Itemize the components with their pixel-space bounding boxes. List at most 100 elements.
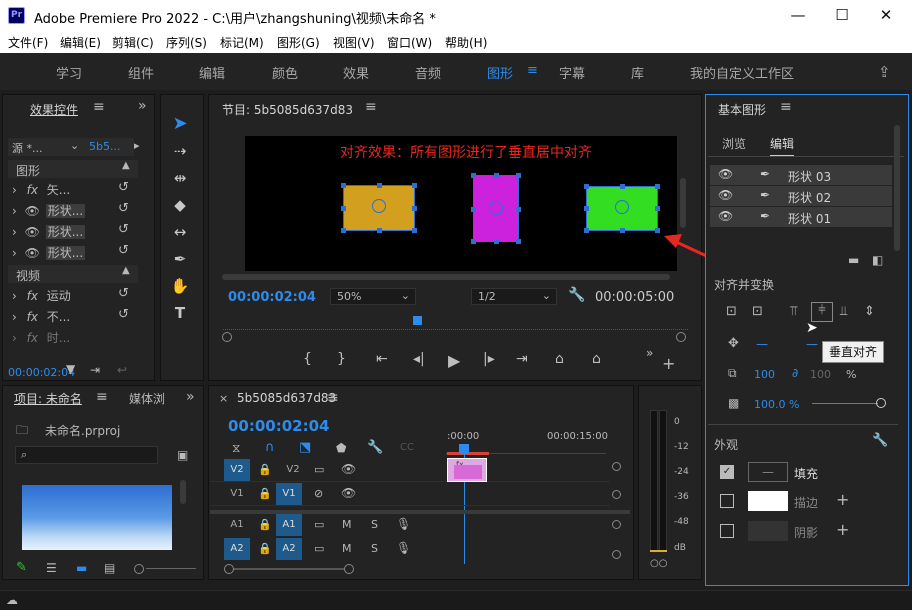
hscroll-handle-left[interactable] [224,564,234,574]
track-target-a2[interactable]: A2 [224,538,250,560]
ws-libraries[interactable]: 库 [631,63,644,82]
add-stroke-icon[interactable]: + [836,490,849,509]
mute-a1[interactable]: M [342,518,352,531]
play-triangle-icon[interactable]: ▸ [134,139,140,152]
layer-row[interactable]: 👁 ✒ 形状 03 [710,165,892,185]
zoom-slider-track[interactable] [146,568,196,569]
position-x[interactable]: — [756,337,768,351]
list-view-icon[interactable]: ☰ [46,561,57,575]
new-layer-icon[interactable]: ◧ [872,253,883,267]
track-name-a2[interactable]: A2 [276,538,302,560]
effect-row[interactable]: › fx 时... [12,329,70,349]
mark-out-icon[interactable]: } [337,351,346,367]
reset-icon[interactable]: ↺ [118,222,129,237]
filter-icon[interactable]: ▼ [66,362,75,376]
vscroll-handle[interactable] [612,520,621,529]
hscroll-handle-right[interactable] [344,564,354,574]
effect-row[interactable]: › 👁 形状... [12,244,86,264]
project-search-input[interactable]: ⌕ [15,446,158,464]
ws-editing[interactable]: 编辑 [199,63,225,82]
reset-icon[interactable]: ↺ [118,286,129,301]
position-y[interactable]: — [806,337,818,351]
opacity-value[interactable]: 100.0 % [754,398,799,411]
zoom-handle-left[interactable] [222,332,232,342]
creative-cloud-icon[interactable]: ☁ [6,593,18,607]
sync-off-icon[interactable]: ⊘ [314,487,323,500]
track-target-v1[interactable]: V1 [276,483,302,505]
lock-icon[interactable]: 🔒 [258,463,272,476]
effect-row[interactable]: › fx 不... [12,308,70,328]
shadow-checkbox[interactable] [720,524,734,538]
menu-sequence[interactable]: 序列(S) [166,34,207,51]
menu-marker[interactable]: 标记(M) [220,34,264,51]
expand-icon[interactable]: » [646,346,653,360]
track-select-icon[interactable]: ⇢ [168,139,192,163]
effect-controls-title[interactable]: 效果控件 [30,101,78,118]
menu-help[interactable]: 帮助(H) [445,34,487,51]
ripple-edit-icon[interactable]: ⇹ [168,166,192,190]
mark-in-icon[interactable]: { [303,351,312,367]
eg-tab-edit[interactable]: 编辑 [770,135,795,157]
opacity-slider-handle[interactable] [876,398,886,408]
hand-icon[interactable]: ✋ [168,274,192,298]
track-target-a1[interactable]: A1 [276,514,302,536]
razor-icon[interactable]: ◆ [168,193,192,217]
graphic-clip[interactable]: fx [447,458,487,482]
chevron-down-icon[interactable]: ⌄ [70,139,79,152]
type-tool-icon[interactable]: T [168,301,192,325]
shape-02[interactable] [471,173,521,244]
zoom-select[interactable]: 50% ⌄ [330,288,416,305]
ws-captions[interactable]: 字幕 [559,63,585,82]
wrench-icon[interactable]: 🔧 [367,440,383,455]
panel-menu-icon[interactable]: ≡ [327,390,339,406]
lock-icon[interactable]: 🔒 [258,487,272,500]
media-tab[interactable]: 媒体浏 [129,390,165,407]
folder-icon[interactable]: ▬ [848,253,859,267]
step-back-icon[interactable]: ◂| [413,351,425,367]
eye-icon[interactable]: 👁 [341,462,356,476]
mic-icon[interactable]: 🎙 [396,517,411,531]
timeline-playhead[interactable] [459,444,469,454]
go-to-in-icon[interactable]: ⇤ [376,351,388,367]
reset-icon[interactable]: ↺ [118,180,129,195]
track-target-v2[interactable]: V2 [224,459,250,481]
linked-select-icon[interactable]: ⬔ [299,440,311,455]
solo-a2[interactable]: S [371,542,378,555]
monitor-scrollbar[interactable] [222,274,670,280]
opacity-slider-track[interactable] [812,403,878,404]
mic-icon[interactable]: 🎙 [396,541,411,555]
panel-menu-icon[interactable]: ≡ [93,99,105,115]
align-vertical-center-icon[interactable]: ⫩ [811,302,833,322]
distribute-icon[interactable]: ⇕ [864,304,875,319]
eye-icon[interactable]: 👁 [341,486,356,500]
hscroll-track[interactable] [234,568,344,570]
wrench-icon[interactable]: 🔧 [568,287,585,303]
program-timecode[interactable]: 00:00:02:04 [228,290,316,305]
sync-icon[interactable]: ▭ [314,518,324,531]
selection-tool-icon[interactable]: ➤ [168,112,192,136]
expand-icon[interactable]: » [186,389,195,405]
layer-row[interactable]: 👁 ✒ 形状 01 [710,207,892,227]
monitor-vscrollbar[interactable] [680,178,686,228]
panel-menu-icon[interactable]: ≡ [365,99,377,115]
collapse-icon[interactable]: ▲ [122,265,130,276]
add-shadow-icon[interactable]: + [836,520,849,539]
media-thumbnail[interactable] [22,485,172,550]
effect-row[interactable]: › fx 矢... [12,181,70,201]
menu-clip[interactable]: 剪辑(C) [112,34,154,51]
align-to-selection-icon[interactable]: ⊡ [752,304,763,319]
eg-scrollbar[interactable] [894,125,900,251]
snap-icon[interactable]: ∩ [265,440,275,455]
playhead-marker[interactable] [413,316,422,325]
expand-icon[interactable]: » [138,98,147,114]
align-to-video-icon[interactable]: ⊡ [726,304,737,319]
track-divider[interactable] [210,510,630,514]
close-tab-icon[interactable]: × [219,392,228,405]
slip-icon[interactable]: ↔ [168,220,192,244]
fill-checkbox[interactable]: ✓ [720,465,734,479]
menu-graphics[interactable]: 图形(G) [277,34,320,51]
solo-buttons-icon[interactable]: ○○ [650,558,667,569]
pencil-icon[interactable]: ✎ [16,560,27,575]
menu-edit[interactable]: 编辑(E) [60,34,101,51]
panel-menu-icon[interactable]: ≡ [96,389,108,405]
